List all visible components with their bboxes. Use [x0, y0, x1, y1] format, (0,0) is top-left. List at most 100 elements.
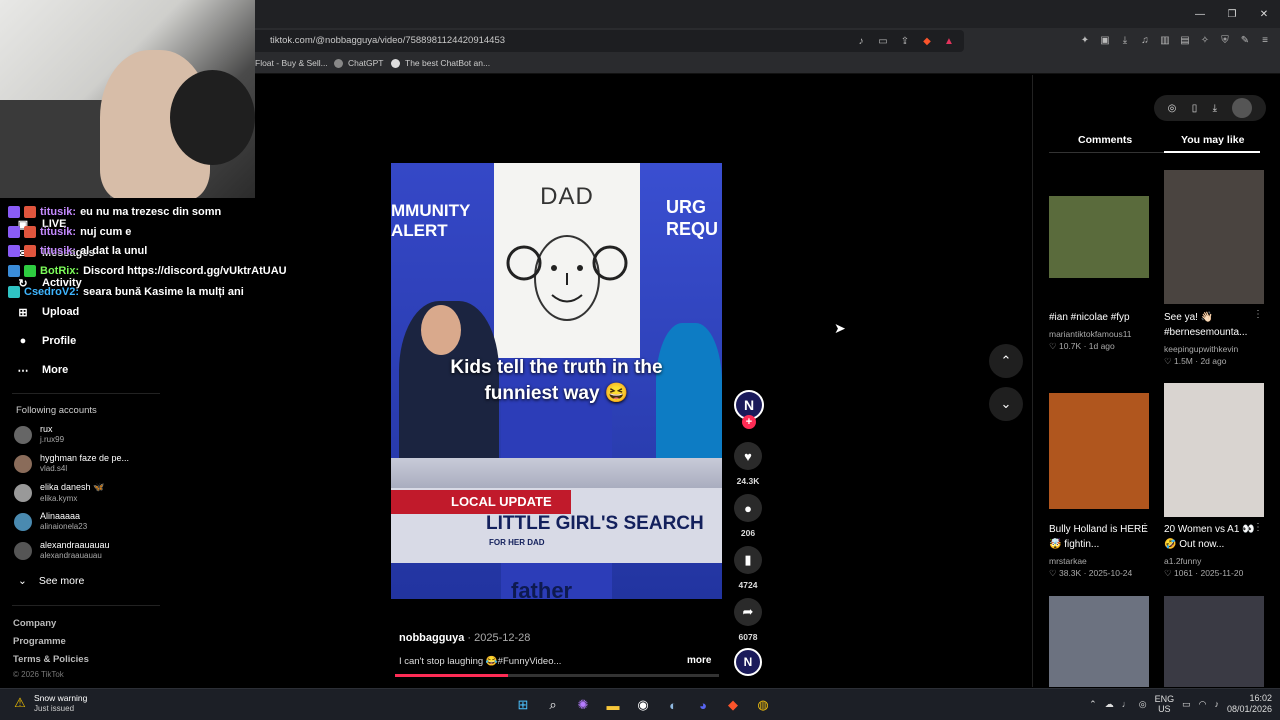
footer-link-terms[interactable]: Terms & Policies: [13, 654, 89, 665]
card-likes: 38.3K: [1058, 568, 1082, 578]
following-account[interactable]: Alinaaaaa alinaionela23: [14, 511, 87, 531]
close-button[interactable]: ✕: [1248, 0, 1280, 28]
following-account[interactable]: elika danesh 🦋 elika.kymx: [14, 482, 104, 503]
video-caption: Kids tell the truth in the funniest way …: [391, 355, 722, 407]
leo-ai-icon[interactable]: ✧: [1198, 33, 1212, 47]
video-thumbnail[interactable]: [1049, 196, 1149, 278]
music-disc[interactable]: N: [734, 648, 762, 676]
tray-app-icon[interactable]: ◎: [1139, 699, 1147, 710]
sidebar-item-upload[interactable]: ⊞ Upload: [16, 305, 79, 319]
obs-icon[interactable]: ◉: [632, 694, 654, 716]
sidebar-item-more[interactable]: ⋯ More: [16, 363, 69, 377]
share-icon[interactable]: ⇪: [898, 34, 912, 48]
weather-widget[interactable]: ⚠ Snow warning Just issued: [12, 693, 87, 713]
following-account[interactable]: alexandraauauau alexandraauauau: [14, 540, 110, 560]
network-icon[interactable]: ▭: [1182, 699, 1191, 710]
microphone-icon[interactable]: ♩: [1122, 699, 1131, 709]
following-account[interactable]: rux j.rux99: [14, 424, 64, 444]
device-icon[interactable]: ▯: [1192, 103, 1198, 114]
footer-link-programme[interactable]: Programme: [13, 636, 66, 647]
more-icon: ⋯: [17, 364, 29, 377]
mute-tab-icon[interactable]: ♪: [854, 34, 868, 48]
chat-message: titusik: al dat la unul: [8, 245, 147, 257]
share-button[interactable]: ➦: [734, 598, 762, 626]
language-indicator[interactable]: ENG US: [1155, 694, 1175, 714]
chrome-icon[interactable]: ◍: [752, 694, 774, 716]
download-icon[interactable]: ⤓: [1118, 33, 1132, 47]
onedrive-icon[interactable]: ☁: [1105, 699, 1114, 710]
file-explorer-icon[interactable]: ▬: [602, 694, 624, 716]
card-title[interactable]: 20 Women vs A1 👀 🤣 Out now...: [1164, 522, 1269, 552]
bookmark-float[interactable]: Float - Buy & Sell...: [255, 58, 328, 68]
copilot-icon[interactable]: ✺: [572, 694, 594, 716]
download-icon[interactable]: ⤓: [1213, 103, 1217, 114]
url-text[interactable]: tiktok.com/@nobbagguya/video/75889811244…: [270, 35, 505, 46]
video-progress-bar[interactable]: [395, 674, 719, 677]
card-author[interactable]: mrstarkae: [1049, 556, 1087, 566]
card-title[interactable]: Bully Holland is HERE 🤯 fightin...: [1049, 522, 1154, 552]
vpn-icon[interactable]: ⛨: [1218, 33, 1232, 47]
maximize-button[interactable]: ❐: [1216, 0, 1248, 28]
steam-icon[interactable]: ◐: [662, 694, 684, 716]
video-player[interactable]: MMUNITY ALERT URG REQU DAD LOCAL UPDATE …: [391, 163, 722, 599]
search-icon[interactable]: ⌕: [542, 694, 564, 716]
menu-icon[interactable]: ≡: [1258, 33, 1272, 47]
heart-icon: ♥: [744, 448, 752, 464]
minimize-button[interactable]: —: [1184, 0, 1216, 28]
chat-badge-icon: [24, 245, 36, 257]
tray-overflow-icon[interactable]: ⌃: [1089, 699, 1097, 710]
cast-icon[interactable]: ▭: [876, 34, 890, 48]
brave-rewards-icon[interactable]: ▲: [942, 34, 956, 48]
tab-comments[interactable]: Comments: [1078, 134, 1132, 146]
follow-plus-button[interactable]: +: [742, 415, 756, 429]
avatar: [14, 455, 32, 473]
compass-icon[interactable]: ◎: [1168, 103, 1177, 114]
video-author-name[interactable]: nobbagguya: [399, 632, 464, 644]
card-title[interactable]: See ya! 👋🏻 #bernesemounta...: [1164, 310, 1269, 340]
volume-icon[interactable]: ♪: [1214, 699, 1219, 709]
chat-message: titusik: eu nu ma trezesc din somn: [8, 206, 221, 218]
video-thumbnail[interactable]: [1164, 596, 1264, 687]
edit-icon[interactable]: ✎: [1238, 33, 1252, 47]
sidebar-item-label: More: [42, 364, 69, 376]
description-more-button[interactable]: more: [687, 655, 711, 666]
see-more-button[interactable]: ⌄ See more: [18, 575, 84, 587]
discord-icon[interactable]: ◕: [692, 694, 714, 716]
video-thumbnail[interactable]: [1049, 596, 1149, 687]
video-thumbnail[interactable]: [1164, 383, 1264, 517]
windows-start-icon[interactable]: ⊞: [512, 694, 534, 716]
like-button[interactable]: ♥: [734, 442, 762, 470]
next-video-button[interactable]: ⌄: [989, 387, 1023, 421]
card-author[interactable]: a1.2funny: [1164, 556, 1201, 566]
card-author[interactable]: mariantiktokfamous11: [1049, 329, 1132, 339]
card-title[interactable]: #ian #nicolae #fyp: [1049, 310, 1154, 325]
sidebar-icon[interactable]: ▥: [1158, 33, 1172, 47]
save-button[interactable]: ▮: [734, 546, 762, 574]
card-author[interactable]: keepingupwithkevin: [1164, 344, 1238, 354]
brave-shield-icon[interactable]: ◆: [920, 34, 934, 48]
chat-username: CsedroV2:: [24, 286, 80, 298]
video-thumbnail[interactable]: [1164, 170, 1264, 304]
video-thumbnail[interactable]: [1049, 393, 1149, 509]
taskbar-apps: ⊞ ⌕ ✺ ▬ ◉ ◐ ◕ ◆ ◍: [512, 694, 774, 716]
sidebar-item-profile[interactable]: ● Profile: [16, 334, 77, 348]
bookmark-chatbot[interactable]: The best ChatBot an...: [391, 58, 490, 68]
music-icon[interactable]: ♫: [1138, 33, 1152, 47]
extensions-icon[interactable]: ✦: [1078, 33, 1092, 47]
wifi-icon[interactable]: ◠: [1199, 699, 1207, 710]
brave-browser-icon[interactable]: ◆: [722, 694, 744, 716]
comment-icon: ●: [744, 500, 752, 516]
save-count: 4724: [738, 580, 758, 590]
following-account[interactable]: hyghman faze de pe... vlad.s4l: [14, 453, 129, 473]
tab-search-icon[interactable]: ▣: [1098, 33, 1112, 47]
tab-you-may-like[interactable]: You may like: [1181, 134, 1244, 146]
clock[interactable]: 16:02 08/01/2026: [1227, 693, 1272, 715]
url-field[interactable]: tiktok.com/@nobbagguya/video/75889811244…: [250, 30, 964, 52]
previous-video-button[interactable]: ⌃: [989, 344, 1023, 378]
wallet-icon[interactable]: ▤: [1178, 33, 1192, 47]
footer-link-company[interactable]: Company: [13, 618, 56, 629]
comment-button[interactable]: ●: [734, 494, 762, 522]
account-handle: alexandraauauau: [40, 551, 102, 560]
bookmark-chatgpt[interactable]: ChatGPT: [334, 58, 383, 68]
user-avatar[interactable]: [1232, 98, 1253, 118]
